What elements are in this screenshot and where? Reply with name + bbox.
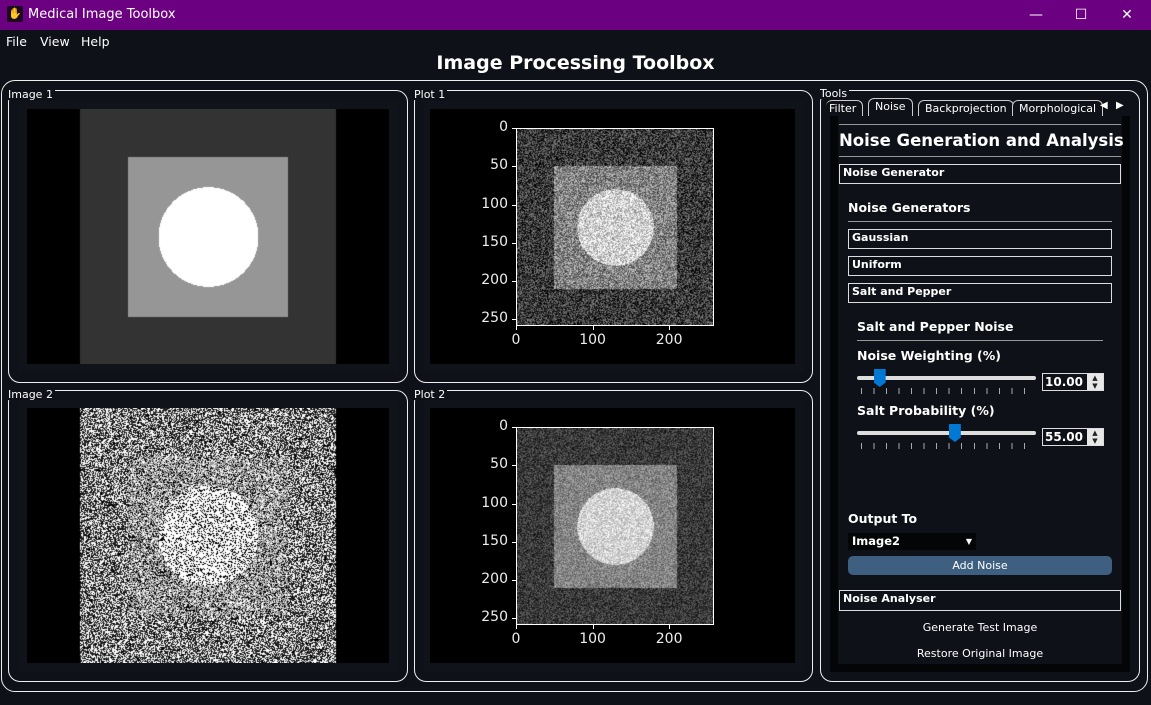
salt-slider[interactable]	[857, 431, 1036, 435]
image2-canvas[interactable]	[27, 408, 389, 663]
add-noise-button[interactable]: Add Noise	[848, 556, 1112, 575]
generators-heading: Noise Generators	[848, 200, 971, 215]
tab-noise[interactable]: Noise	[868, 98, 913, 116]
noise-analyser-section[interactable]: Noise Analyser	[839, 590, 1121, 611]
spin-arrows-icon[interactable]: ▲ ▼	[1087, 429, 1103, 445]
sp-heading: Salt and Pepper Noise	[857, 319, 1014, 334]
x-tick-mark	[592, 326, 594, 330]
x-tick-label: 100	[579, 631, 606, 647]
divider	[839, 156, 1121, 157]
window-title: Medical Image Toolbox	[28, 7, 176, 22]
plot2-label: Plot 2	[412, 388, 448, 401]
salt-pepper-button[interactable]: Salt and Pepper	[848, 283, 1112, 303]
y-tick-label: 0	[499, 119, 508, 135]
weighting-ticks	[861, 388, 1031, 394]
noise-generator-section[interactable]: Noise Generator	[839, 164, 1121, 184]
image1-label: Image 1	[6, 88, 55, 101]
divider	[848, 221, 1112, 222]
tools-heading: Noise Generation and Analysis	[839, 131, 1124, 150]
y-tick-mark	[512, 465, 516, 467]
tab-morphological[interactable]: Morphological	[1012, 100, 1104, 116]
y-tick-label: 50	[490, 456, 508, 473]
image2-label: Image 2	[6, 388, 55, 401]
y-tick-mark	[512, 204, 516, 206]
output-label: Output To	[848, 511, 918, 526]
x-tick-label: 200	[655, 631, 683, 647]
gaussian-button[interactable]: Gaussian	[848, 229, 1112, 249]
y-tick-label: 0	[499, 418, 508, 434]
y-tick-mark	[512, 128, 516, 129]
x-tick-mark	[669, 625, 671, 629]
y-tick-mark	[512, 541, 516, 543]
title-bar: ✋ Medical Image Toolbox — ☐ ✕	[0, 0, 1151, 30]
y-tick-mark	[512, 503, 516, 505]
y-tick-mark	[512, 427, 516, 428]
menu-file[interactable]: File	[6, 34, 27, 49]
menu-help[interactable]: Help	[81, 34, 110, 49]
divider	[857, 340, 1103, 341]
app-icon: ✋	[7, 6, 23, 22]
y-tick-label: 250	[481, 310, 508, 327]
menu-view[interactable]: View	[40, 34, 70, 49]
y-tick-label: 150	[481, 233, 508, 250]
page-title: Image Processing Toolbox	[436, 52, 715, 74]
y-tick-label: 200	[481, 272, 508, 289]
y-tick-mark	[512, 580, 516, 582]
spin-arrows-icon[interactable]: ▲ ▼	[1087, 374, 1103, 390]
uniform-button[interactable]: Uniform	[848, 256, 1112, 276]
y-tick-label: 150	[481, 532, 508, 549]
x-tick-mark	[516, 326, 517, 330]
y-tick-label: 50	[490, 157, 508, 174]
weighting-label: Noise Weighting (%)	[857, 348, 1001, 363]
weighting-value: 10.00	[1045, 375, 1083, 389]
close-button[interactable]: ✕	[1104, 0, 1150, 30]
plot1-image[interactable]	[516, 128, 714, 326]
y-tick-label: 100	[481, 195, 508, 212]
x-tick-label: 0	[511, 332, 521, 348]
x-tick-label: 0	[511, 631, 521, 647]
weighting-spinbox[interactable]: 10.00 ▲ ▼	[1042, 373, 1104, 391]
tab-scroll-left-icon[interactable]: ◀	[1100, 100, 1108, 111]
salt-ticks	[861, 443, 1031, 449]
maximize-button[interactable]: ☐	[1058, 0, 1104, 30]
y-tick-mark	[512, 319, 516, 321]
y-tick-label: 100	[481, 494, 508, 511]
minimize-button[interactable]: —	[1013, 0, 1059, 30]
y-tick-label: 250	[481, 609, 508, 626]
tab-scroll-right-icon[interactable]: ▶	[1116, 100, 1124, 111]
chevron-down-icon: ▼	[965, 537, 972, 546]
y-tick-mark	[512, 166, 516, 168]
plot2-image[interactable]	[516, 427, 714, 625]
output-value: Image2	[852, 534, 901, 548]
output-select[interactable]: Image2 ▼	[848, 533, 976, 550]
y-tick-mark	[512, 281, 516, 283]
x-tick-mark	[516, 625, 517, 629]
y-tick-label: 200	[481, 571, 508, 588]
image1-canvas[interactable]	[27, 109, 389, 364]
tab-filter[interactable]: Filter	[826, 100, 864, 116]
y-tick-mark	[512, 618, 516, 620]
y-tick-mark	[512, 242, 516, 244]
generate-test-image-button[interactable]: Generate Test Image	[839, 621, 1121, 634]
salt-label: Salt Probability (%)	[857, 403, 995, 418]
tab-backprojection[interactable]: Backprojection	[918, 100, 1014, 116]
x-tick-mark	[669, 326, 671, 330]
salt-spinbox[interactable]: 55.00 ▲ ▼	[1042, 428, 1104, 446]
x-tick-label: 100	[579, 332, 606, 348]
x-tick-mark	[592, 625, 594, 629]
tools-label: Tools	[818, 87, 850, 100]
plot1-label: Plot 1	[412, 88, 448, 101]
restore-original-button[interactable]: Restore Original Image	[839, 647, 1121, 660]
divider	[839, 124, 1121, 125]
salt-value: 55.00	[1045, 430, 1083, 444]
x-tick-label: 200	[655, 332, 683, 348]
